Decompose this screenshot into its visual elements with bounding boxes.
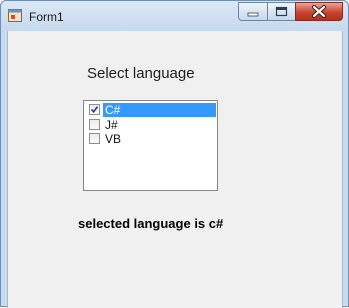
minimize-icon xyxy=(247,12,259,17)
list-item-label: VB xyxy=(105,132,122,146)
close-icon xyxy=(312,5,326,18)
checkbox-vb[interactable] xyxy=(89,133,100,144)
selected-language-result-label: selected language is c# xyxy=(78,216,224,231)
minimize-button[interactable] xyxy=(238,2,268,21)
list-item-label: C# xyxy=(105,103,121,117)
select-language-label: Select language xyxy=(87,65,195,82)
list-item-label: J# xyxy=(105,118,118,132)
list-item-vb[interactable]: VB xyxy=(87,132,216,146)
maximize-icon xyxy=(275,6,288,17)
list-item-jsharp[interactable]: J# xyxy=(87,118,216,132)
form-app-icon xyxy=(8,9,22,22)
title-bar[interactable]: Form1 xyxy=(1,1,348,31)
language-checked-listbox[interactable]: C# J# VB xyxy=(83,100,218,191)
window-title: Form1 xyxy=(29,10,64,24)
list-item-csharp[interactable]: C# xyxy=(87,103,216,117)
check-icon xyxy=(90,106,99,114)
checkbox-jsharp[interactable] xyxy=(89,119,100,130)
maximize-button[interactable] xyxy=(267,2,296,21)
close-button[interactable] xyxy=(295,2,343,21)
checkbox-csharp[interactable] xyxy=(89,104,100,115)
